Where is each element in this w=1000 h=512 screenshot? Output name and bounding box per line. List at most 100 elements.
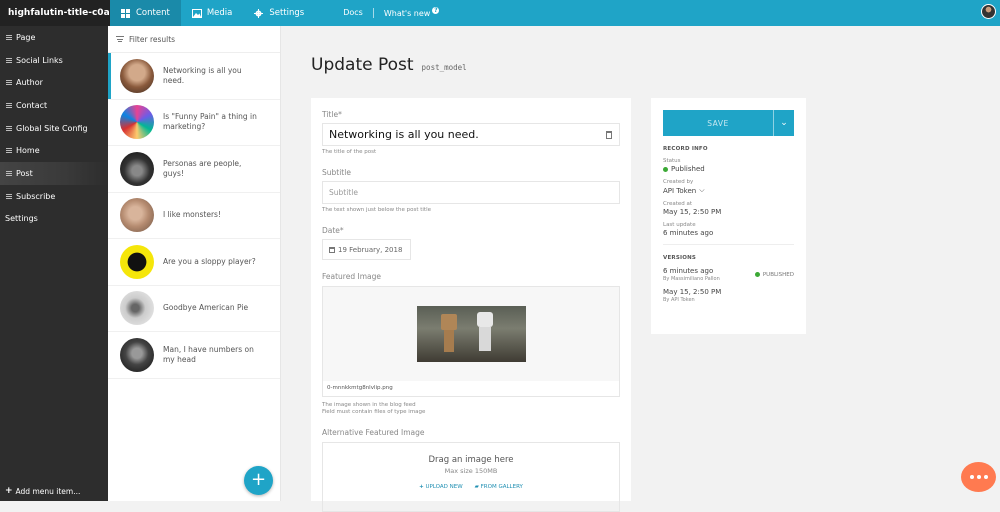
from-gallery-button[interactable]: ▰ FROM GALLERY [475,484,523,490]
plus-icon: + [419,484,424,490]
sidebar: Page Social Links Author Contact Global … [0,26,108,501]
robot-body [443,330,454,352]
title-label: Title* [322,110,342,119]
list-item[interactable]: I like monsters! [108,193,280,239]
record-list: Filter results Networking is all you nee… [108,26,281,501]
versions-title: VERSIONS [663,255,697,261]
list-item-title: Networking is all you need. [163,65,242,85]
list-item-title: Man, I have numbers on my head [163,344,254,364]
record-panel: SAVE ⌄ RECORD INFO Status Published Crea… [651,98,806,334]
sidebar-item-home[interactable]: Home [0,139,108,162]
chat-dot [976,475,981,479]
list-item[interactable]: Is "Funny Pain" a thing in marketing? [108,100,280,146]
edit-form: Title* Networking is all you need. The t… [311,98,631,512]
folder-icon: ▰ [474,484,479,490]
title-field[interactable]: Networking is all you need. [322,123,620,146]
filter-icon [116,36,124,42]
sidebar-item-label: Page [16,32,36,42]
image-icon [191,8,202,18]
list-item-title: Are you a sloppy player? [163,256,256,266]
upload-new-button[interactable]: + UPLOAD NEW [419,484,463,490]
created-by-text: API Token [663,186,697,195]
add-menu-item-button[interactable]: + Add menu item... [5,486,80,496]
created-by-value[interactable]: API Token ⌵ [663,186,794,195]
whats-new-link[interactable]: What's new ? [374,6,440,18]
tab-content[interactable]: Content [110,0,181,26]
calendar-icon [329,246,335,253]
list-item[interactable]: Man, I have numbers on my head [108,332,280,379]
subtitle-field[interactable]: Subtitle [322,181,620,204]
add-menu-item-label: Add menu item... [15,486,81,496]
list-item[interactable]: Networking is all you need. [108,53,280,100]
featured-image-preview[interactable] [416,306,526,362]
sidebar-item-page[interactable]: Page [0,26,108,49]
list-item[interactable]: Goodbye American Pie [108,286,280,332]
list-item-title: I like monsters! [163,210,221,220]
robot-body [478,327,491,351]
sidebar-item-author[interactable]: Author [0,71,108,94]
sidebar-item-subscribe[interactable]: Subscribe [0,185,108,208]
version-author: By Massimiliano Pallon [663,276,720,282]
version-time: 6 minutes ago [663,267,714,275]
version-time: May 15, 2:50 PM [663,288,722,296]
status-dot-icon [663,166,668,172]
sidebar-settings[interactable]: Settings [0,208,108,230]
alt-image-dropzone[interactable]: Drag an image here Max size 150MB + UPLO… [322,442,620,512]
thumbnail [120,105,154,140]
title-value: Networking is all you need. [329,128,479,141]
add-record-button[interactable]: + [244,466,273,495]
version-item[interactable]: May 15, 2:50 PM By API Token [663,288,794,303]
status-value: Published [663,165,794,173]
sidebar-item-label: Author [16,78,43,88]
filter-input[interactable]: Filter results [108,26,280,53]
status-badge: Published [671,165,705,173]
menu-icon [6,102,12,108]
featured-image-help: The image shown in the blog feed [322,402,416,408]
thumbnail [120,58,154,93]
sidebar-item-label: Post [16,168,33,178]
plus-icon: + [5,486,13,496]
dropzone-actions: + UPLOAD NEW ▰ FROM GALLERY [323,484,619,490]
tab-media[interactable]: Media [181,0,244,26]
created-at-value: May 15, 2:50 PM [663,208,722,216]
model-name: post_model [421,63,467,72]
version-status-label: PUBLISHED [762,271,794,278]
robot-figure [440,314,457,330]
divider [663,244,794,245]
avatar[interactable] [981,4,996,19]
thumbnail [120,198,154,233]
sidebar-item-contact[interactable]: Contact [0,94,108,117]
version-item[interactable]: 6 minutes ago By Massimiliano Pallon PUB… [663,267,794,282]
chevron-down-icon[interactable]: ⌄ [773,110,794,136]
sidebar-item-label: Home [16,146,40,156]
menu-icon [6,80,12,86]
date-field[interactable]: 19 February, 2018 [322,239,411,260]
thumbnail [120,151,154,186]
list-item[interactable]: Personas are people, guys! [108,146,280,193]
alt-image-label: Alternative Featured Image [322,428,425,437]
date-label: Date* [322,226,344,235]
featured-image-type-help: Field must contain files of type image [322,409,426,415]
sidebar-item-global-site-config[interactable]: Global Site Config [0,117,108,140]
sidebar-item-label: Global Site Config [16,123,88,133]
sidebar-item-post[interactable]: Post [0,162,108,185]
chat-button[interactable] [961,462,996,492]
featured-image-filename: 0-mnnkkmtg8nlvlip.png [327,385,393,391]
save-button-group: SAVE ⌄ [663,110,794,136]
list-item-title: Is "Funny Pain" a thing in marketing? [163,112,257,132]
tab-settings-label: Settings [269,8,305,18]
featured-image-field[interactable]: 0-mnnkkmtg8nlvlip.png [322,286,620,397]
featured-image-label: Featured Image [322,272,381,281]
docs-link[interactable]: Docs [333,8,374,18]
menu-icon [6,170,12,176]
tab-settings[interactable]: Settings [243,0,315,26]
list-item[interactable]: Are you a sloppy player? [108,239,280,286]
menu-icon [6,193,12,199]
menu-icon [6,125,12,131]
sidebar-item-social-links[interactable]: Social Links [0,49,108,72]
app-title[interactable]: highfalutin-title-c0ad0 [0,0,110,26]
save-button[interactable]: SAVE [663,110,773,136]
trash-icon[interactable] [606,131,612,139]
menu-icon [6,148,12,154]
thumbnail [120,244,154,279]
